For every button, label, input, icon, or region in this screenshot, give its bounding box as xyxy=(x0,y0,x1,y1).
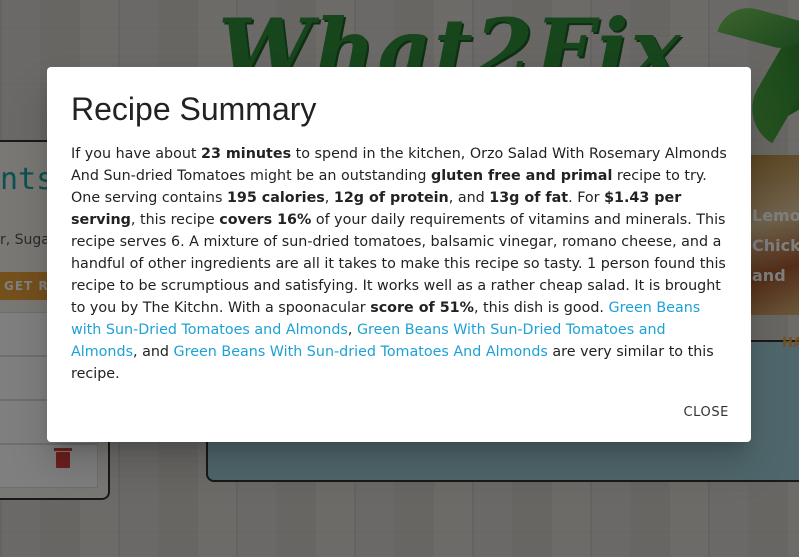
summary-bold: 23 minutes xyxy=(201,146,292,162)
similar-recipe-link[interactable]: Green Beans With Sun-dried Tomatoes And … xyxy=(174,344,548,360)
summary-text: , this dish is good. xyxy=(473,300,609,316)
summary-bold: covers 16% xyxy=(219,212,312,228)
summary-text: . For xyxy=(568,190,605,206)
summary-bold: 12g of protein xyxy=(333,190,449,206)
summary-bold: 195 calories xyxy=(226,190,325,206)
recipe-summary-dialog: Recipe Summary If you have about 23 minu… xyxy=(47,67,751,442)
summary-text: , and xyxy=(133,344,174,360)
summary-bold: score of 51% xyxy=(370,300,474,316)
summary-text: , this recipe xyxy=(130,212,220,228)
close-button[interactable]: CLOSE xyxy=(683,405,729,420)
summary-text: If you have about xyxy=(71,146,202,162)
summary-bold: gluten free and primal xyxy=(431,168,613,184)
recipe-summary-text: If you have about 23 minutes to spend in… xyxy=(71,143,731,385)
dialog-title: Recipe Summary xyxy=(71,91,317,127)
summary-bold: 13g of fat xyxy=(489,190,569,206)
summary-text: , xyxy=(324,190,334,206)
summary-text: , and xyxy=(448,190,490,206)
summary-text: , xyxy=(347,322,357,338)
